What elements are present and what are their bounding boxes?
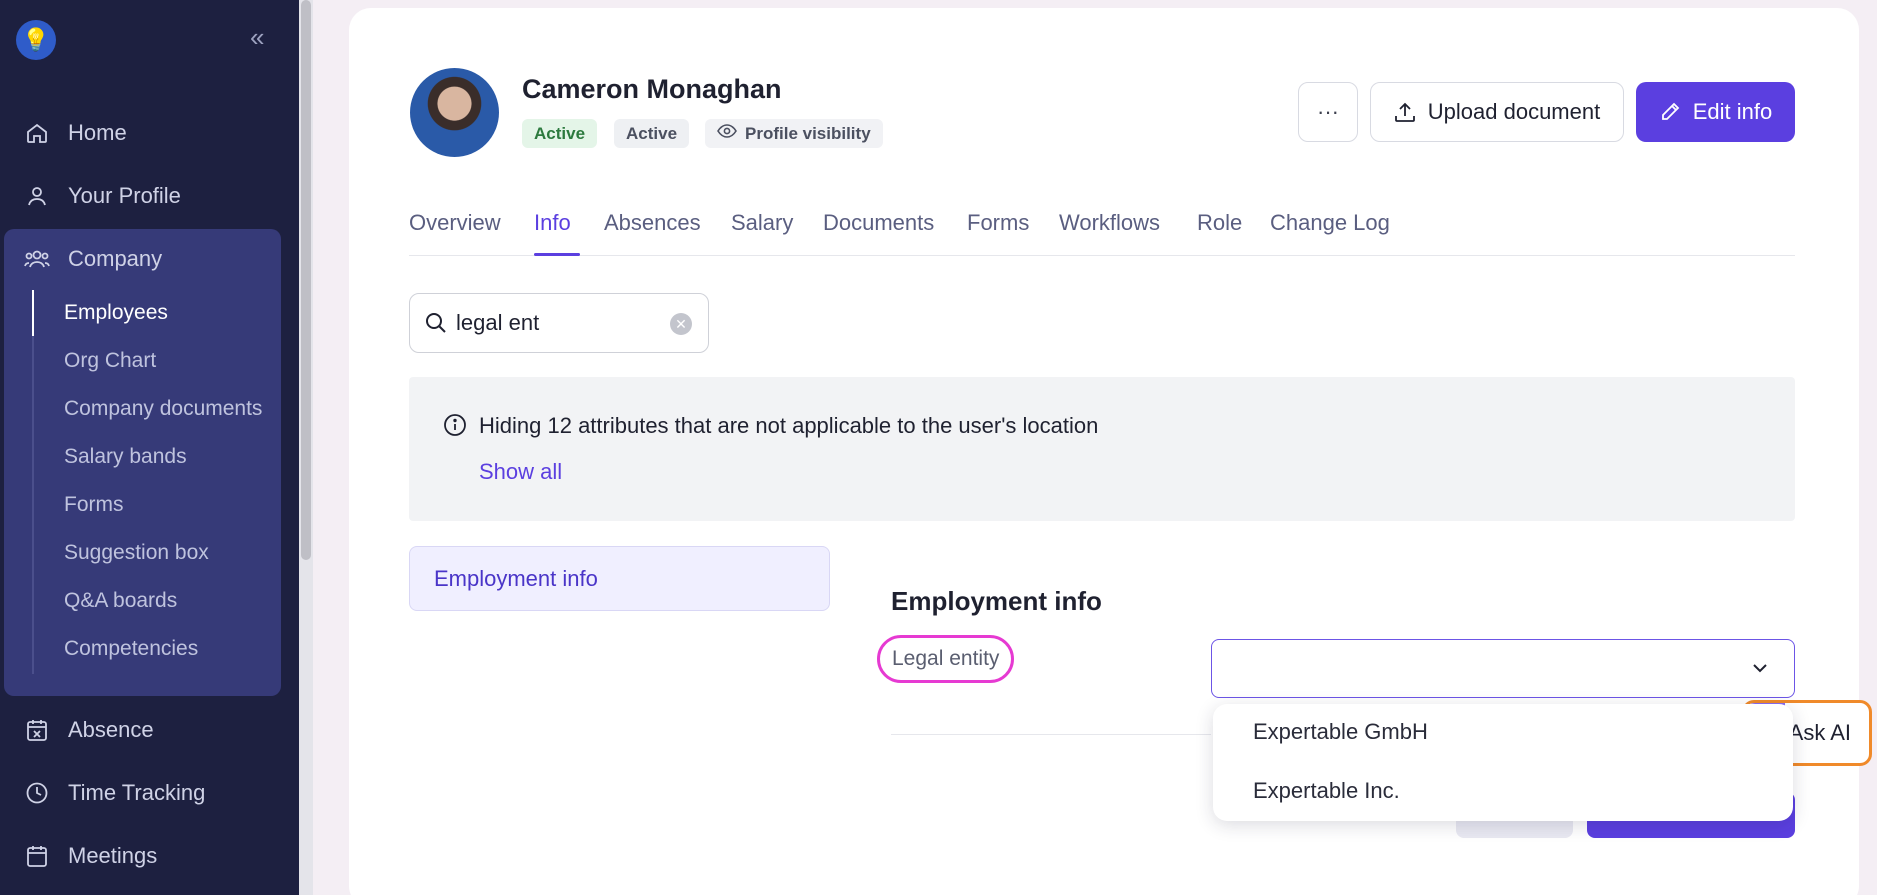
chevron-down-icon xyxy=(1750,658,1770,678)
collapse-sidebar-icon[interactable]: « xyxy=(250,22,264,53)
home-icon xyxy=(24,120,50,146)
profile-visibility-badge[interactable]: Profile visibility xyxy=(705,119,883,148)
legal-entity-label: Legal entity xyxy=(877,635,1015,683)
show-all-link[interactable]: Show all xyxy=(479,459,562,485)
submenu-line xyxy=(32,290,34,674)
legal-entity-dropdown: Expertable GmbH Expertable Inc. xyxy=(1213,704,1793,821)
tab-overview[interactable]: Overview xyxy=(409,210,501,236)
sidebar-scrollbar[interactable] xyxy=(301,0,311,560)
eye-icon xyxy=(717,124,737,143)
dropdown-option[interactable]: Expertable Inc. xyxy=(1253,778,1400,804)
legal-entity-select[interactable] xyxy=(1211,639,1795,698)
sidebar-item-home[interactable]: Home xyxy=(0,108,299,158)
sidebar-item-label: Home xyxy=(68,120,127,145)
people-icon xyxy=(24,246,50,272)
edit-info-button[interactable]: Edit info xyxy=(1636,82,1795,142)
sidebar-item-absence[interactable]: Absence xyxy=(0,705,299,755)
sidebar-subitem-company-documents[interactable]: Company documents xyxy=(64,389,262,429)
pencil-icon xyxy=(1659,101,1681,123)
clear-search-icon[interactable]: ✕ xyxy=(670,313,692,335)
status-badge: Active xyxy=(614,119,690,148)
upload-icon xyxy=(1394,101,1416,123)
avatar xyxy=(410,68,499,157)
profile-visibility-label: Profile visibility xyxy=(745,123,871,143)
tab-documents[interactable]: Documents xyxy=(823,210,934,236)
sidebar-subitem-forms[interactable]: Forms xyxy=(64,485,124,525)
section-nav-employment-info[interactable]: Employment info xyxy=(409,546,830,611)
clock-icon xyxy=(24,780,50,806)
status-badge-active: Active xyxy=(522,119,598,148)
sidebar-subitem-suggestion-box[interactable]: Suggestion box xyxy=(64,533,209,573)
sidebar-item-your-profile[interactable]: Your Profile xyxy=(0,171,299,221)
tab-forms[interactable]: Forms xyxy=(967,210,1029,236)
sidebar-subitem-salary-bands[interactable]: Salary bands xyxy=(64,437,187,477)
sidebar-subitem-qa-boards[interactable]: Q&A boards xyxy=(64,581,177,621)
calendar-icon xyxy=(24,843,50,869)
upload-document-button[interactable]: Upload document xyxy=(1370,82,1624,142)
calendar-x-icon xyxy=(24,717,50,743)
submenu-active-indicator xyxy=(32,290,34,336)
sidebar-item-meetings[interactable]: Meetings xyxy=(0,831,299,881)
tab-workflows[interactable]: Workflows xyxy=(1059,210,1160,236)
sidebar-item-label: Company xyxy=(68,246,163,271)
dropdown-option[interactable]: Expertable GmbH xyxy=(1253,719,1428,745)
sidebar-item-label: Meetings xyxy=(68,843,158,868)
ask-ai-label: Ask AI xyxy=(1788,720,1851,745)
upload-document-label: Upload document xyxy=(1427,99,1601,124)
sidebar-item-label: Your Profile xyxy=(68,183,181,208)
employee-name: Cameron Monaghan xyxy=(522,74,782,104)
more-options-button[interactable]: ··· xyxy=(1298,82,1358,142)
edit-info-label: Edit info xyxy=(1692,99,1773,124)
search-input[interactable] xyxy=(456,310,656,336)
sidebar-item-label: Time Tracking xyxy=(68,780,206,805)
sidebar-item-label: Absence xyxy=(68,717,154,742)
tab-change-log[interactable]: Change Log xyxy=(1270,210,1390,236)
sidebar-item-company[interactable]: Company xyxy=(0,234,299,284)
notice-text: Hiding 12 attributes that are not applic… xyxy=(479,413,1099,438)
tab-role[interactable]: Role xyxy=(1197,210,1242,236)
tab-info[interactable]: Info xyxy=(534,210,571,236)
tab-absences[interactable]: Absences xyxy=(604,210,701,236)
sidebar-subitem-employees[interactable]: Employees xyxy=(64,293,168,333)
user-icon xyxy=(24,183,50,209)
attribute-search[interactable]: ✕ xyxy=(409,293,709,353)
sidebar-subitem-org-chart[interactable]: Org Chart xyxy=(64,341,156,381)
sidebar: 💡 « Home Your Profile Company Employees … xyxy=(0,0,299,895)
hidden-attributes-notice: Hiding 12 attributes that are not applic… xyxy=(409,377,1795,521)
active-tab-indicator xyxy=(534,253,580,256)
logo-lightbulb-icon[interactable]: 💡 xyxy=(16,20,56,60)
tab-salary[interactable]: Salary xyxy=(731,210,793,236)
section-title: Employment info xyxy=(891,586,1102,616)
field-divider xyxy=(891,734,1211,735)
profile-tabs: Overview Info Absences Salary Documents … xyxy=(409,206,1795,256)
sidebar-item-time-tracking[interactable]: Time Tracking xyxy=(0,768,299,818)
info-icon xyxy=(443,413,467,437)
search-icon xyxy=(424,311,448,335)
sidebar-subitem-competencies[interactable]: Competencies xyxy=(64,629,198,669)
